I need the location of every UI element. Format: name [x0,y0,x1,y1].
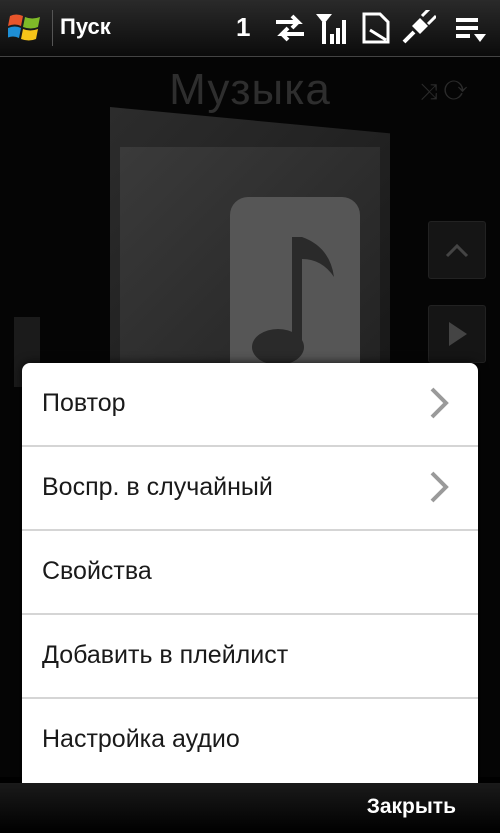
context-menu: Повтор Воспр. в случайный Свойства Добав… [22,363,478,783]
menu-item-audio-settings[interactable]: Настройка аудио [22,699,478,781]
bottom-bar: Закрыть [0,783,500,833]
chevron-right-icon [430,387,449,419]
chevron-right-icon [430,471,449,503]
menu-item-label: Повтор [42,389,126,417]
windows-logo-icon[interactable] [8,12,42,42]
sim-card-icon[interactable] [358,10,394,46]
status-bar: Пуск 1 [0,0,500,57]
menu-item-label: Воспр. в случайный [42,473,273,501]
menu-item-properties[interactable]: Свойства [22,531,478,615]
close-button[interactable]: Закрыть [367,795,456,819]
sync-arrows-icon[interactable] [272,10,308,46]
menu-item-label: Настройка аудио [42,725,240,753]
play-button[interactable] [428,305,486,363]
menu-item-add-to-playlist[interactable]: Добавить в плейлист [22,615,478,699]
menu-item-label: Добавить в плейлист [42,641,289,669]
start-button[interactable]: Пуск [60,14,111,40]
menu-item-repeat[interactable]: Повтор [22,363,478,447]
menu-list-icon[interactable] [452,10,488,46]
menu-item-label: Свойства [42,557,152,585]
power-plug-icon[interactable] [400,10,436,46]
scroll-up-button[interactable] [428,221,486,279]
divider [52,10,53,46]
signal-icon[interactable] [314,10,350,46]
play-icon [449,322,467,346]
shuffle-repeat-indicator: ⤨ ⟳ [420,79,468,104]
chevron-up-icon [445,243,469,258]
notification-count[interactable]: 1 [236,12,250,43]
menu-item-shuffle[interactable]: Воспр. в случайный [22,447,478,531]
